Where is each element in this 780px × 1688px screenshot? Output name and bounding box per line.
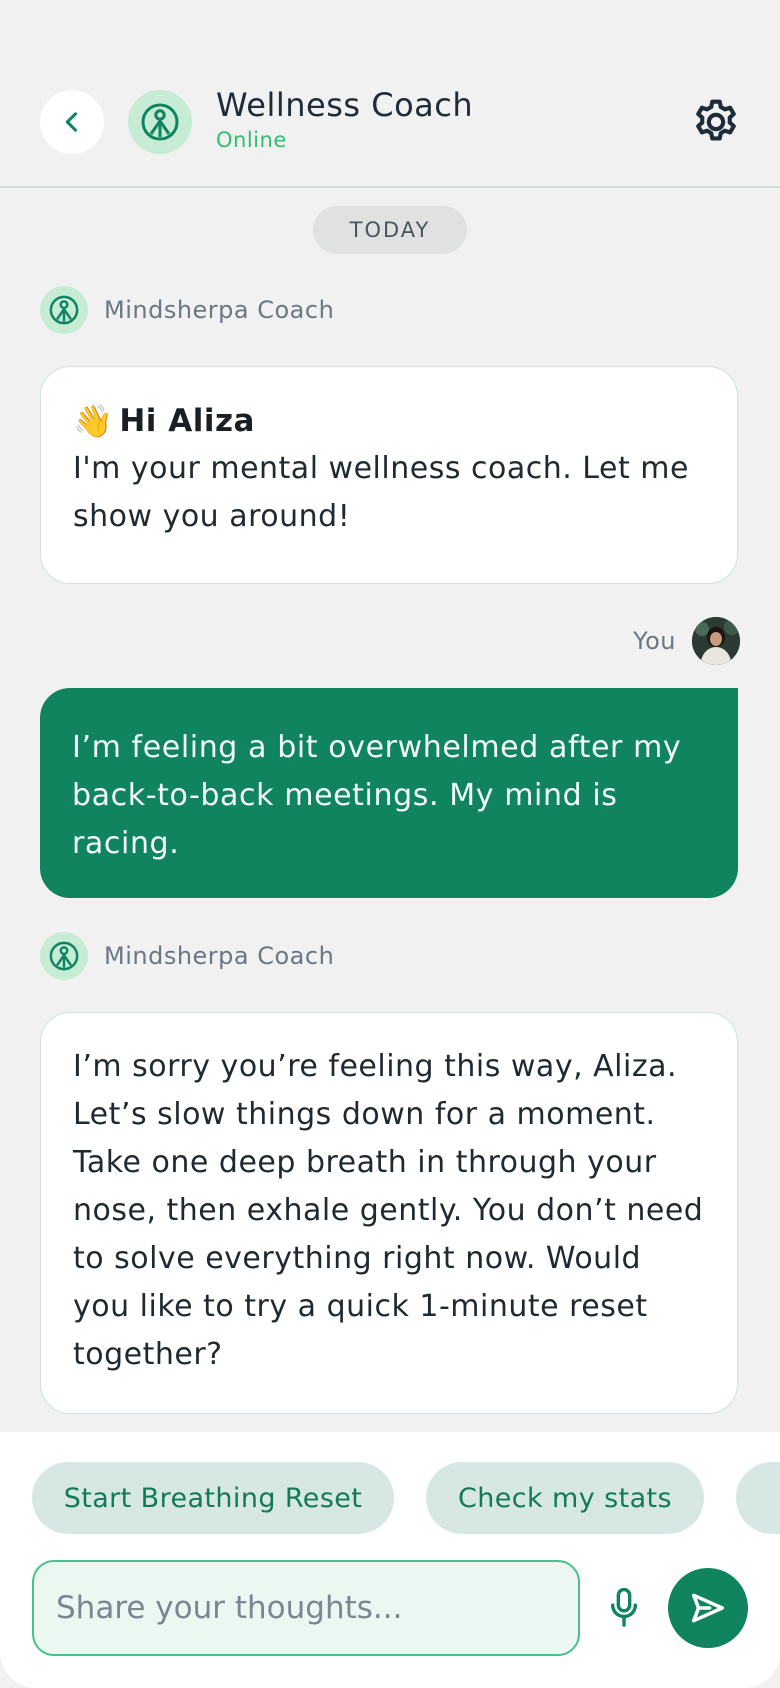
sender-name: Mindsherpa Coach	[104, 942, 335, 970]
coach-avatar	[128, 90, 192, 154]
coach-logo-icon	[49, 295, 79, 325]
date-divider: TODAY	[313, 206, 467, 254]
back-button[interactable]	[40, 90, 104, 154]
quick-reply-check-my-stats[interactable]: Check my stats	[426, 1462, 704, 1534]
mic-button[interactable]	[604, 1582, 644, 1634]
send-icon	[692, 1593, 724, 1623]
settings-button[interactable]	[690, 96, 742, 148]
coach-logo-icon	[141, 103, 179, 141]
chevron-left-icon	[65, 112, 78, 132]
chat-screen: Wellness Coach Online TODAY Mindsherpa C…	[0, 0, 780, 1688]
user-photo	[692, 617, 740, 665]
user-message-bubble: I’m feeling a bit overwhelmed after my b…	[40, 688, 738, 898]
send-button[interactable]	[668, 1568, 748, 1648]
quick-reply-more[interactable]	[736, 1462, 780, 1534]
coach-message-bubble: 👋 Hi Aliza I'm your mental wellness coac…	[40, 366, 738, 584]
greeting-text: Hi Aliza	[119, 403, 255, 439]
message-text: I’m feeling a bit overwhelmed after my b…	[72, 730, 682, 861]
sender-name: Mindsherpa Coach	[104, 296, 335, 324]
sender-name: You	[633, 627, 676, 655]
composer-area: Start Breathing Reset Check my stats	[0, 1432, 780, 1688]
chat-title: Wellness Coach	[216, 86, 474, 124]
greeting-line: 👋 Hi Aliza	[73, 397, 705, 445]
user-avatar	[692, 617, 740, 665]
coach-avatar-small	[40, 932, 88, 980]
coach-sender-row: Mindsherpa Coach	[40, 932, 334, 980]
message-text: I’m sorry you’re feeling this way, Aliza…	[73, 1049, 704, 1372]
coach-message-bubble: I’m sorry you’re feeling this way, Aliza…	[40, 1012, 738, 1414]
online-status: Online	[216, 128, 287, 152]
waving-hand-emoji: 👋	[73, 402, 114, 440]
message-input-box[interactable]	[32, 1560, 580, 1656]
coach-sender-row: Mindsherpa Coach	[40, 286, 334, 334]
microphone-icon	[610, 1587, 638, 1627]
coach-avatar-small	[40, 286, 88, 334]
message-input[interactable]	[34, 1562, 578, 1654]
chat-header: Wellness Coach Online	[0, 0, 780, 188]
quick-replies: Start Breathing Reset Check my stats	[32, 1462, 780, 1534]
quick-reply-start-breathing-reset[interactable]: Start Breathing Reset	[32, 1462, 394, 1534]
user-sender-row: You	[633, 616, 740, 666]
gear-icon	[696, 99, 736, 141]
message-text: I'm your mental wellness coach. Let me s…	[73, 451, 689, 534]
coach-logo-icon	[49, 941, 79, 971]
